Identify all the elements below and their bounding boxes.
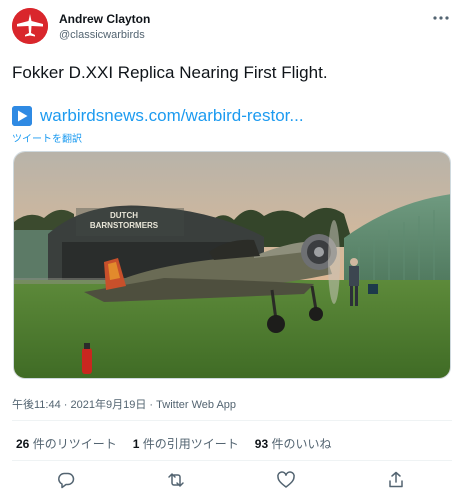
meta-separator: ·: [149, 399, 154, 411]
avatar[interactable]: [12, 8, 48, 44]
author-handle[interactable]: @classicwarbirds: [59, 28, 150, 42]
quotes-count: 1: [132, 437, 140, 451]
quotes-stat[interactable]: 1 件の引用ツイート: [133, 435, 239, 452]
likes-stat[interactable]: 93 件のいいね: [255, 435, 332, 452]
engagement-stats: 26 件のリツイート 1 件の引用ツイート 93 件のいいね: [16, 435, 347, 452]
retweets-count: 26: [16, 437, 30, 451]
translate-link[interactable]: ツイートを翻訳: [12, 130, 82, 145]
meta-separator: ·: [63, 399, 68, 411]
tweet-header: Andrew Clayton @classicwarbirds: [12, 8, 452, 48]
likes-count: 93: [254, 437, 269, 451]
divider: [12, 420, 452, 421]
author-block: Andrew Clayton @classicwarbirds: [59, 12, 150, 42]
more-dots-icon[interactable]: [430, 10, 452, 26]
reply-icon[interactable]: [56, 470, 76, 490]
hangar-sign-line2: BARNSTORMERS: [90, 221, 159, 230]
tweet-link[interactable]: warbirdsnews.com/warbird-restor...: [40, 105, 304, 127]
tweet-media-video[interactable]: DUTCH BARNSTORMERS: [13, 151, 451, 379]
tweet-time[interactable]: 午後11:44: [12, 399, 61, 411]
likes-label: 件のいいね: [271, 437, 332, 451]
tweet-date[interactable]: 2021年9月19日: [71, 399, 147, 411]
retweet-icon[interactable]: [166, 470, 186, 490]
tweet-link-row: warbirdsnews.com/warbird-restor...: [12, 104, 304, 128]
aircraft-photo: DUTCH BARNSTORMERS: [14, 152, 450, 378]
divider: [12, 460, 452, 461]
share-icon[interactable]: [386, 470, 406, 490]
hangar-sign-line1: DUTCH: [110, 211, 138, 220]
retweets-label: 件のリツイート: [32, 437, 117, 451]
retweets-stat[interactable]: 26 件のリツイート: [16, 435, 117, 452]
heart-icon[interactable]: [276, 470, 296, 490]
tweet-app-source[interactable]: Twitter Web App: [156, 399, 236, 411]
tweet-text: Fokker D.XXI Replica Nearing First Fligh…: [12, 63, 328, 82]
quotes-label: 件の引用ツイート: [142, 437, 239, 451]
action-bar: [12, 470, 452, 492]
red-plane-avatar-icon: [12, 8, 48, 44]
tweet-meta: 午後11:44 · 2021年9月19日 · Twitter Web App: [12, 396, 236, 412]
play-arrow-icon: [12, 106, 32, 126]
author-name[interactable]: Andrew Clayton: [59, 12, 150, 26]
